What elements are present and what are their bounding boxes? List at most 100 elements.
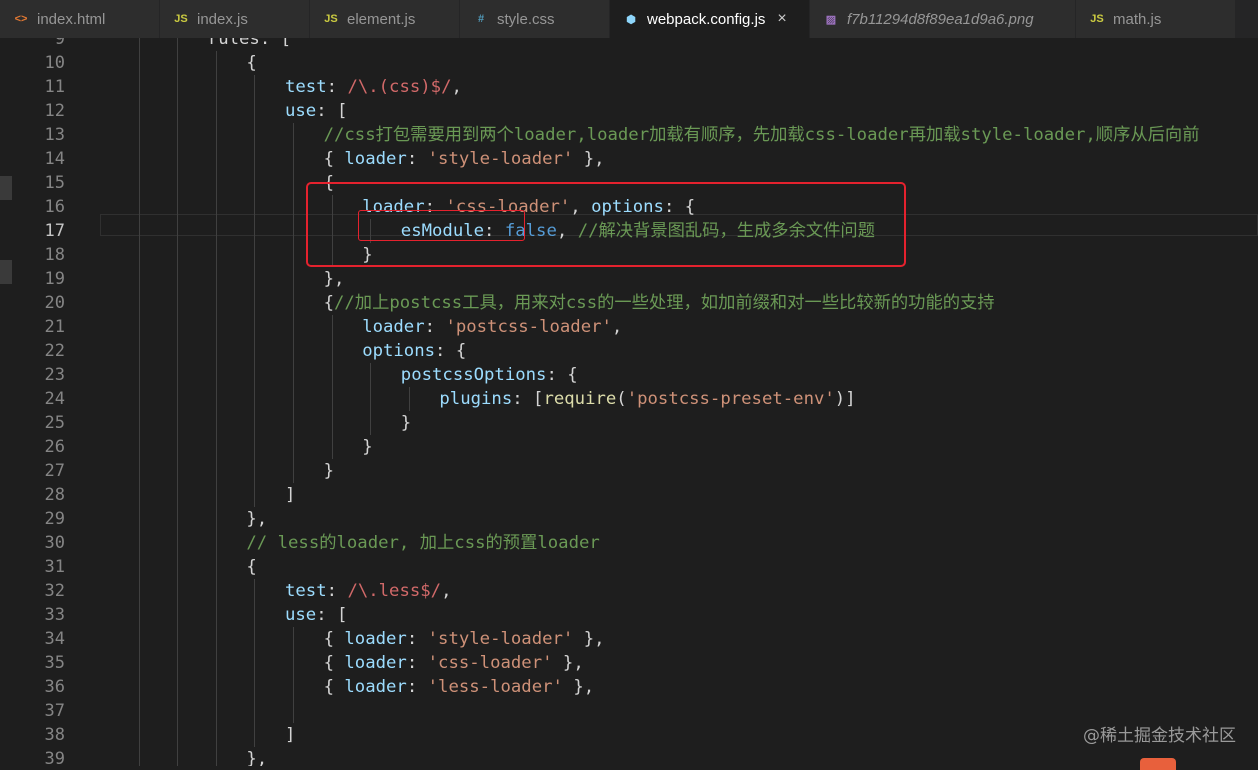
code-line[interactable]: 38]	[12, 723, 1258, 747]
tab-element-js[interactable]: JS element.js	[310, 0, 460, 38]
indent-guide	[254, 195, 256, 219]
indent-guide	[177, 99, 179, 123]
code-line[interactable]: 19},	[12, 267, 1258, 291]
indent-guide	[177, 363, 179, 387]
token-prop: use	[285, 101, 317, 121]
indent-guide	[177, 147, 179, 171]
token-default: :	[424, 317, 446, 337]
code-line[interactable]: 31 {	[12, 555, 1258, 579]
code-line[interactable]: 27}	[12, 459, 1258, 483]
token-default: },	[573, 149, 605, 169]
line-number: 25	[44, 413, 65, 433]
code-line[interactable]: 30 // less的loader, 加上css的预置loader	[12, 531, 1258, 555]
indent-guide	[293, 387, 294, 411]
indent-guide	[293, 675, 294, 699]
tab-style-css[interactable]: # style.css	[460, 0, 610, 38]
indent-guide	[138, 387, 140, 411]
indent-guide	[138, 267, 140, 291]
code-line[interactable]: 21 loader: 'postcss-loader',	[12, 315, 1258, 339]
line-code: {	[246, 555, 256, 579]
tab-webpack-config-js[interactable]: ⬢ webpack.config.js ×	[610, 0, 810, 38]
indent-guide	[254, 699, 256, 723]
code-line[interactable]: 34 { loader: 'style-loader' },	[12, 627, 1258, 651]
indent-guide	[254, 603, 256, 627]
tab-index-html[interactable]: <> index.html	[0, 0, 160, 38]
code-line[interactable]: 39},	[12, 747, 1258, 766]
left-activity-strip	[0, 38, 12, 766]
line-code: // less的loader, 加上css的预置loader	[246, 531, 599, 555]
code-line[interactable]: 11 test: /\.(css)$/,	[12, 75, 1258, 99]
indent-guide	[254, 459, 256, 483]
line-number: 9	[54, 38, 65, 49]
token-default: :	[406, 629, 428, 649]
tab-f7b11294d8f89ea1d9a6-png[interactable]: ▨ f7b11294d8f89ea1d9a6.png	[810, 0, 1076, 38]
line-number: 26	[44, 437, 65, 457]
code-line[interactable]: 37	[12, 699, 1258, 723]
code-editor[interactable]: 9 rules: [10{11 test: /\.(css)$/, 12 use: [1…	[12, 38, 1258, 766]
indent-guide	[254, 339, 256, 363]
line-code: }	[401, 411, 411, 435]
code-line[interactable]: 28]	[12, 483, 1258, 507]
code-line[interactable]: 22 options: {	[12, 339, 1258, 363]
indent-guide	[215, 411, 217, 435]
code-line[interactable]: 14 { loader: 'style-loader' },	[12, 147, 1258, 171]
code-line[interactable]: 33 use: [	[12, 603, 1258, 627]
indent-guide	[177, 459, 179, 483]
indent-guide	[215, 171, 217, 195]
indent-guide	[138, 171, 140, 195]
token-default: : {	[546, 365, 578, 385]
js-file-icon: JS	[1090, 13, 1104, 25]
code-line[interactable]: 23 postcssOptions: {	[12, 363, 1258, 387]
tab-index-js[interactable]: JS index.js	[160, 0, 310, 38]
indent-guide	[254, 651, 256, 675]
indent-guide	[215, 315, 217, 339]
code-line[interactable]: 10 {	[12, 51, 1258, 75]
code-line[interactable]: 36 { loader: 'less-loader' },	[12, 675, 1258, 699]
line-code: { loader: 'less-loader' },	[324, 675, 595, 699]
indent-guide	[138, 651, 140, 675]
indent-guide	[177, 243, 179, 267]
code-line[interactable]: 26}	[12, 435, 1258, 459]
indent-guide	[254, 723, 256, 747]
indent-guide	[138, 723, 140, 747]
token-default: : [	[316, 101, 348, 121]
line-code: options: {	[362, 339, 466, 363]
indent-guide	[293, 219, 294, 243]
line-code: use: [	[285, 603, 347, 627]
line-code: }	[324, 459, 334, 483]
indent-guide	[293, 459, 294, 483]
token-default: : [	[512, 389, 544, 409]
indent-guide	[215, 339, 217, 363]
token-default: },	[246, 509, 268, 529]
indent-guide	[138, 555, 140, 579]
code-line[interactable]: 13 //css打包需要用到两个loader,loader加载有顺序，先加载css…	[12, 123, 1258, 147]
token-str: 'css-loader'	[427, 653, 553, 673]
line-code: postcssOptions: {	[401, 363, 578, 387]
code-line[interactable]: 9 rules: [	[12, 38, 1258, 51]
line-number: 27	[44, 461, 65, 481]
indent-guide	[215, 675, 217, 699]
code-line[interactable]: 32 test: /\.less$/,	[12, 579, 1258, 603]
code-line[interactable]: 25}	[12, 411, 1258, 435]
annotation-box-esmodule-false	[358, 210, 525, 241]
code-line[interactable]: 29},	[12, 507, 1258, 531]
indent-guide	[254, 267, 256, 291]
webpack-icon: ⬢	[626, 13, 636, 26]
token-default: )]	[834, 389, 856, 409]
indent-guide	[177, 411, 179, 435]
indent-guide	[254, 387, 256, 411]
token-str: 'less-loader'	[427, 677, 563, 697]
line-number: 23	[44, 365, 65, 385]
indent-guide	[215, 579, 217, 603]
code-line[interactable]: 12 use: [	[12, 99, 1258, 123]
line-number: 17	[44, 221, 65, 241]
indent-guide	[215, 267, 217, 291]
indent-guide	[138, 579, 140, 603]
token-regex: /\.(css)$/	[347, 77, 452, 97]
line-code: { loader: 'css-loader' },	[324, 651, 584, 675]
code-line[interactable]: 24 plugins: [require('postcss-preset-env'…	[12, 387, 1258, 411]
tab-math-js[interactable]: JS math.js	[1076, 0, 1236, 38]
code-line[interactable]: 20 {//加上postcss工具，用来对css的一些处理，如加前缀和对一些比较新…	[12, 291, 1258, 315]
code-line[interactable]: 35 { loader: 'css-loader' },	[12, 651, 1258, 675]
close-icon[interactable]: ×	[777, 10, 786, 28]
